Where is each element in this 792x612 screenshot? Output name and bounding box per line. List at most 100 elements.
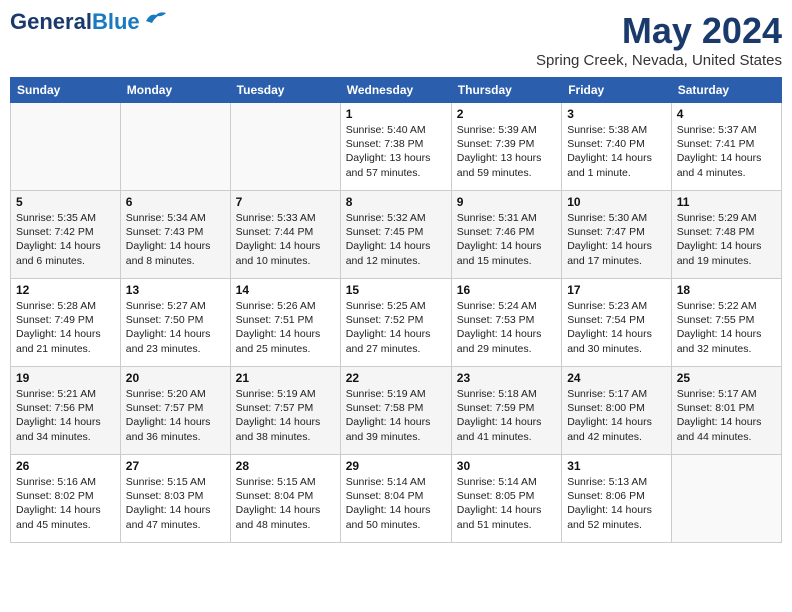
day-info: Sunrise: 5:33 AM Sunset: 7:44 PM Dayligh… — [236, 211, 335, 268]
calendar-week-row: 5 Sunrise: 5:35 AM Sunset: 7:42 PM Daylig… — [11, 191, 782, 279]
day-number: 13 — [126, 283, 225, 297]
day-info: Sunrise: 5:27 AM Sunset: 7:50 PM Dayligh… — [126, 299, 225, 356]
day-info: Sunrise: 5:23 AM Sunset: 7:54 PM Dayligh… — [567, 299, 666, 356]
calendar-cell: 23Sunrise: 5:18 AM Sunset: 7:59 PM Dayli… — [451, 367, 561, 455]
calendar-cell: 16 Sunrise: 5:24 AM Sunset: 7:53 PM Dayli… — [451, 279, 561, 367]
day-number: 3 — [567, 107, 666, 121]
calendar-cell: 21Sunrise: 5:19 AM Sunset: 7:57 PM Dayli… — [230, 367, 340, 455]
calendar-cell: 19Sunrise: 5:21 AM Sunset: 7:56 PM Dayli… — [11, 367, 121, 455]
day-info: Sunrise: 5:40 AM Sunset: 7:38 PM Dayligh… — [346, 123, 446, 180]
day-number: 27 — [126, 459, 225, 473]
day-number: 30 — [457, 459, 556, 473]
day-info: Sunrise: 5:37 AM Sunset: 7:41 PM Dayligh… — [677, 123, 776, 180]
calendar-cell: 25 Sunrise: 5:17 AM Sunset: 8:01 PM Dayli… — [671, 367, 781, 455]
day-number: 24 — [567, 371, 666, 385]
day-number: 14 — [236, 283, 335, 297]
weekday-header-monday: Monday — [120, 78, 230, 103]
location-subtitle: Spring Creek, Nevada, United States — [536, 52, 782, 69]
calendar-cell: 7 Sunrise: 5:33 AM Sunset: 7:44 PM Daylig… — [230, 191, 340, 279]
calendar-cell: 15 Sunrise: 5:25 AM Sunset: 7:52 PM Dayli… — [340, 279, 451, 367]
day-info: Sunrise: 5:35 AM Sunset: 7:42 PM Dayligh… — [16, 211, 115, 268]
calendar-cell: 18 Sunrise: 5:22 AM Sunset: 7:55 PM Dayli… — [671, 279, 781, 367]
day-info: Sunrise: 5:17 AM Sunset: 8:01 PM Dayligh… — [677, 387, 776, 444]
day-number: 16 — [457, 283, 556, 297]
day-info: Sunrise: 5:17 AM Sunset: 8:00 PM Dayligh… — [567, 387, 666, 444]
day-number: 23 — [457, 371, 556, 385]
calendar-cell — [671, 455, 781, 543]
day-info: Sunrise: 5:25 AM Sunset: 7:52 PM Dayligh… — [346, 299, 446, 356]
day-number: 9 — [457, 195, 556, 209]
calendar-cell: 27 Sunrise: 5:15 AM Sunset: 8:03 PM Dayli… — [120, 455, 230, 543]
day-number: 19 — [16, 371, 115, 385]
day-number: 15 — [346, 283, 446, 297]
day-number: 2 — [457, 107, 556, 121]
calendar-week-row: 26Sunrise: 5:16 AM Sunset: 8:02 PM Dayli… — [11, 455, 782, 543]
day-number: 4 — [677, 107, 776, 121]
day-info: Sunrise: 5:30 AM Sunset: 7:47 PM Dayligh… — [567, 211, 666, 268]
day-info: Sunrise: 5:34 AM Sunset: 7:43 PM Dayligh… — [126, 211, 225, 268]
calendar-cell: 12Sunrise: 5:28 AM Sunset: 7:49 PM Dayli… — [11, 279, 121, 367]
weekday-header-saturday: Saturday — [671, 78, 781, 103]
day-number: 6 — [126, 195, 225, 209]
calendar-cell: 8 Sunrise: 5:32 AM Sunset: 7:45 PM Daylig… — [340, 191, 451, 279]
day-info: Sunrise: 5:28 AM Sunset: 7:49 PM Dayligh… — [16, 299, 115, 356]
calendar-table: SundayMondayTuesdayWednesdayThursdayFrid… — [10, 77, 782, 543]
calendar-header-row: SundayMondayTuesdayWednesdayThursdayFrid… — [11, 78, 782, 103]
calendar-cell — [120, 103, 230, 191]
day-number: 1 — [346, 107, 446, 121]
day-info: Sunrise: 5:39 AM Sunset: 7:39 PM Dayligh… — [457, 123, 556, 180]
calendar-week-row: 12Sunrise: 5:28 AM Sunset: 7:49 PM Dayli… — [11, 279, 782, 367]
calendar-cell: 24 Sunrise: 5:17 AM Sunset: 8:00 PM Dayli… — [562, 367, 672, 455]
weekday-header-tuesday: Tuesday — [230, 78, 340, 103]
calendar-cell: 3 Sunrise: 5:38 AM Sunset: 7:40 PM Daylig… — [562, 103, 672, 191]
calendar-cell: 2 Sunrise: 5:39 AM Sunset: 7:39 PM Daylig… — [451, 103, 561, 191]
calendar-cell: 26Sunrise: 5:16 AM Sunset: 8:02 PM Dayli… — [11, 455, 121, 543]
calendar-cell: 20 Sunrise: 5:20 AM Sunset: 7:57 PM Dayli… — [120, 367, 230, 455]
day-number: 28 — [236, 459, 335, 473]
page-header: GeneralBlue May 2024 Spring Creek, Nevad… — [10, 10, 782, 69]
calendar-cell: 10 Sunrise: 5:30 AM Sunset: 7:47 PM Dayli… — [562, 191, 672, 279]
day-info: Sunrise: 5:22 AM Sunset: 7:55 PM Dayligh… — [677, 299, 776, 356]
day-info: Sunrise: 5:24 AM Sunset: 7:53 PM Dayligh… — [457, 299, 556, 356]
calendar-cell — [230, 103, 340, 191]
day-number: 21 — [236, 371, 335, 385]
day-info: Sunrise: 5:15 AM Sunset: 8:03 PM Dayligh… — [126, 475, 225, 532]
calendar-cell: 9 Sunrise: 5:31 AM Sunset: 7:46 PM Daylig… — [451, 191, 561, 279]
day-number: 20 — [126, 371, 225, 385]
day-info: Sunrise: 5:20 AM Sunset: 7:57 PM Dayligh… — [126, 387, 225, 444]
day-info: Sunrise: 5:31 AM Sunset: 7:46 PM Dayligh… — [457, 211, 556, 268]
day-number: 22 — [346, 371, 446, 385]
weekday-header-wednesday: Wednesday — [340, 78, 451, 103]
day-info: Sunrise: 5:14 AM Sunset: 8:04 PM Dayligh… — [346, 475, 446, 532]
day-number: 10 — [567, 195, 666, 209]
day-info: Sunrise: 5:14 AM Sunset: 8:05 PM Dayligh… — [457, 475, 556, 532]
calendar-cell: 5 Sunrise: 5:35 AM Sunset: 7:42 PM Daylig… — [11, 191, 121, 279]
day-info: Sunrise: 5:16 AM Sunset: 8:02 PM Dayligh… — [16, 475, 115, 532]
day-info: Sunrise: 5:38 AM Sunset: 7:40 PM Dayligh… — [567, 123, 666, 180]
calendar-cell: 6 Sunrise: 5:34 AM Sunset: 7:43 PM Daylig… — [120, 191, 230, 279]
logo: GeneralBlue — [10, 10, 166, 34]
calendar-cell: 1 Sunrise: 5:40 AM Sunset: 7:38 PM Daylig… — [340, 103, 451, 191]
calendar-cell: 13 Sunrise: 5:27 AM Sunset: 7:50 PM Dayli… — [120, 279, 230, 367]
logo-text: GeneralBlue — [10, 10, 140, 34]
day-number: 5 — [16, 195, 115, 209]
day-number: 7 — [236, 195, 335, 209]
calendar-cell: 31Sunrise: 5:13 AM Sunset: 8:06 PM Dayli… — [562, 455, 672, 543]
title-area: May 2024 Spring Creek, Nevada, United St… — [536, 10, 782, 69]
calendar-cell — [11, 103, 121, 191]
day-number: 18 — [677, 283, 776, 297]
day-number: 25 — [677, 371, 776, 385]
calendar-cell: 14Sunrise: 5:26 AM Sunset: 7:51 PM Dayli… — [230, 279, 340, 367]
calendar-cell: 30 Sunrise: 5:14 AM Sunset: 8:05 PM Dayli… — [451, 455, 561, 543]
day-info: Sunrise: 5:29 AM Sunset: 7:48 PM Dayligh… — [677, 211, 776, 268]
day-info: Sunrise: 5:15 AM Sunset: 8:04 PM Dayligh… — [236, 475, 335, 532]
day-number: 8 — [346, 195, 446, 209]
calendar-cell: 29 Sunrise: 5:14 AM Sunset: 8:04 PM Dayli… — [340, 455, 451, 543]
calendar-cell: 28 Sunrise: 5:15 AM Sunset: 8:04 PM Dayli… — [230, 455, 340, 543]
calendar-body: 1 Sunrise: 5:40 AM Sunset: 7:38 PM Daylig… — [11, 103, 782, 543]
day-info: Sunrise: 5:19 AM Sunset: 7:58 PM Dayligh… — [346, 387, 446, 444]
day-number: 17 — [567, 283, 666, 297]
weekday-header-friday: Friday — [562, 78, 672, 103]
day-info: Sunrise: 5:32 AM Sunset: 7:45 PM Dayligh… — [346, 211, 446, 268]
day-number: 29 — [346, 459, 446, 473]
